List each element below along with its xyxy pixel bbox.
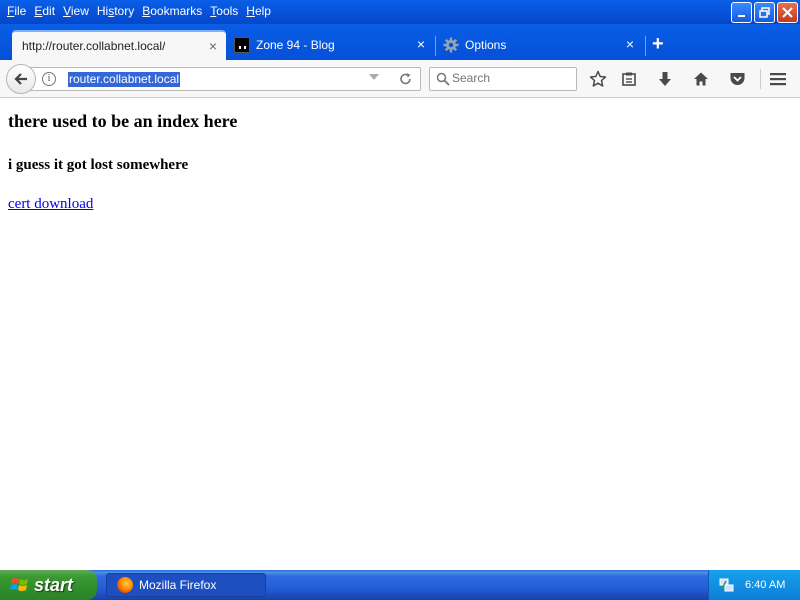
menu-view[interactable]: View: [60, 3, 94, 19]
menu-history[interactable]: History: [94, 3, 139, 19]
page-content: there used to be an index here i guess i…: [0, 99, 800, 570]
home-icon: [694, 72, 708, 86]
zone94-favicon-icon: [234, 37, 250, 53]
menu-view-rest: iew: [70, 4, 89, 18]
menu-file[interactable]: File: [4, 3, 31, 19]
search-input[interactable]: [452, 71, 572, 85]
menu-view-accel: V: [63, 4, 71, 18]
menubar: File Edit View History Bookmarks Tools H…: [4, 3, 276, 19]
reload-icon[interactable]: [398, 70, 414, 88]
tab-strip: http://router.collabnet.local/ × Zone 94…: [0, 24, 800, 60]
close-window-button[interactable]: [777, 2, 798, 23]
menu-title-bar: File Edit View History Bookmarks Tools H…: [0, 0, 800, 24]
download-arrow-icon: [659, 72, 671, 86]
url-text[interactable]: router.collabnet.local: [68, 72, 181, 87]
search-icon: [436, 72, 450, 86]
navigation-toolbar: i router.collabnet.local: [0, 60, 800, 98]
close-tab-icon[interactable]: ×: [623, 37, 637, 51]
clipboard-icon: [622, 72, 636, 86]
back-button[interactable]: [6, 64, 36, 94]
page-subheading: i guess it got lost somewhere: [8, 157, 189, 173]
site-info-icon[interactable]: i: [42, 72, 56, 86]
reading-list-button[interactable]: [619, 69, 639, 89]
open-menu-button[interactable]: [768, 69, 788, 89]
close-tab-icon[interactable]: ×: [414, 37, 428, 51]
tab-zone94[interactable]: Zone 94 - Blog ×: [228, 30, 434, 60]
network-icon[interactable]: [719, 577, 735, 593]
menu-help-accel: H: [246, 4, 255, 18]
menu-tools-rest: ools: [216, 4, 239, 18]
menu-bookmarks-rest: ookmarks: [150, 4, 203, 18]
taskbar-firefox-button[interactable]: Mozilla Firefox: [106, 573, 266, 597]
menu-bookmarks[interactable]: Bookmarks: [139, 3, 207, 19]
back-arrow-icon: [14, 73, 27, 85]
menu-edit-rest: dit: [42, 4, 56, 18]
pocket-icon: [730, 73, 744, 85]
menu-history-rest: tory: [114, 4, 135, 18]
restore-icon: [759, 7, 770, 18]
close-tab-icon[interactable]: ×: [206, 39, 220, 53]
history-dropdown-icon[interactable]: [368, 72, 380, 82]
star-icon: [589, 70, 607, 87]
menu-file-rest: ile: [14, 4, 27, 18]
tab-options[interactable]: Options ×: [437, 30, 643, 60]
windows-logo-icon: [10, 578, 28, 591]
gear-icon: [443, 37, 459, 53]
taskbar: start Mozilla Firefox 6:40 AM: [0, 570, 800, 600]
window-controls: [731, 2, 798, 23]
start-button[interactable]: start: [0, 570, 97, 600]
tab-router[interactable]: http://router.collabnet.local/ ×: [12, 30, 226, 60]
tab-separator: [645, 36, 646, 56]
new-tab-button[interactable]: +: [652, 34, 664, 54]
pocket-button[interactable]: [727, 69, 747, 89]
page-heading: there used to be an index here: [8, 111, 238, 131]
downloads-button[interactable]: [655, 69, 675, 89]
firefox-window: File Edit View History Bookmarks Tools H…: [0, 0, 800, 570]
start-label: start: [34, 574, 74, 595]
restore-button[interactable]: [754, 2, 775, 23]
taskbar-task-label: Mozilla Firefox: [139, 578, 217, 592]
toolbar-separator: [760, 69, 761, 89]
tab-separator: [435, 36, 436, 56]
url-bar[interactable]: i router.collabnet.local: [30, 67, 421, 91]
menu-history-pre: Hi: [96, 4, 109, 18]
menu-edit[interactable]: Edit: [31, 3, 60, 19]
menu-help[interactable]: Help: [243, 3, 276, 19]
menu-help-rest: elp: [254, 4, 271, 18]
tab-title: http://router.collabnet.local/: [22, 39, 166, 53]
close-icon: [782, 7, 793, 18]
bookmark-star-button[interactable]: [588, 69, 608, 89]
clock: 6:40 AM: [745, 579, 786, 591]
hamburger-menu-icon: [770, 73, 786, 86]
minimize-button[interactable]: [731, 2, 752, 23]
tab-title: Options: [465, 38, 507, 52]
system-tray: 6:40 AM: [708, 570, 800, 600]
cert-download-link[interactable]: cert download: [8, 196, 93, 213]
tab-title: Zone 94 - Blog: [256, 38, 335, 52]
menu-tools[interactable]: Tools: [207, 3, 243, 19]
home-button[interactable]: [691, 69, 711, 89]
minimize-icon: [737, 14, 745, 17]
firefox-icon: [117, 577, 133, 593]
search-box[interactable]: [429, 67, 577, 91]
